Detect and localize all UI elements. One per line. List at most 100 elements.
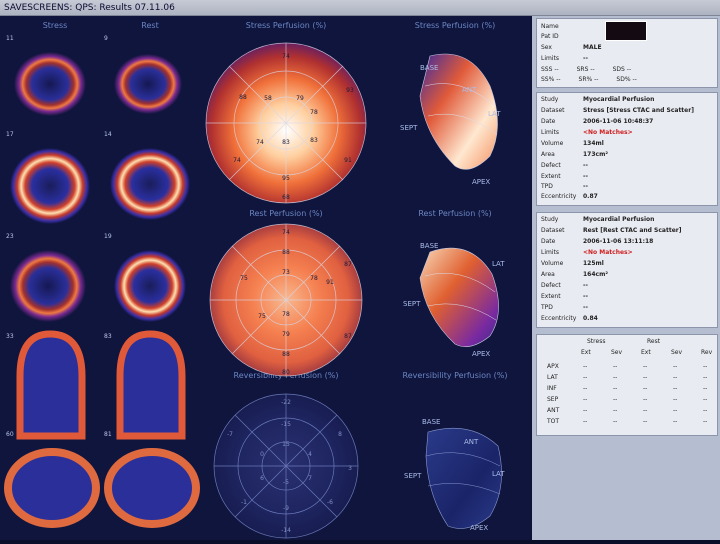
svg-text:87: 87 [344,261,352,268]
column-header: Sev [611,349,623,356]
rest-horizontal-long-axis-slice[interactable] [104,448,200,528]
ss-pct-label: SS% [541,76,555,83]
stress-3d-surface[interactable]: BASE ANT LAT SEPT APEX [400,53,501,186]
stress-group-header: Stress [587,338,606,345]
svg-text:73: 73 [282,269,290,276]
ant-label: ANT [464,438,479,446]
svg-text:83: 83 [282,139,290,146]
rest-slice-number: 9 [104,35,108,42]
reversibility-3d-surface[interactable]: BASE ANT LAT SEPT APEX [404,418,505,532]
qps-results-window: SAVESCREENS: QPS: Results 07.11.06 Stres… [0,0,720,540]
stress-polar-map[interactable]: 74 88 93 78 58 74 83 83 74 95 68 91 79 [205,42,367,204]
rest-group-header: Rest [647,338,661,345]
svg-text:-22: -22 [281,399,291,406]
base-label: BASE [420,64,438,72]
eccentricity-row: Eccentricity 0.84 [541,315,598,322]
segment-score-table: Stress Rest Ext Sev Ext Sev Rev APX -- -… [536,334,718,436]
sss-value: -- [554,66,559,73]
sex-value: MALE [583,44,602,51]
svg-text:83: 83 [310,137,318,144]
rest-short-axis-slice[interactable] [114,250,186,322]
reversibility-polar-map[interactable]: -22 -15 -7 8 15 0 4 6 -5 7 -1 -6 -9 -14 … [213,393,359,539]
apex-label: APEX [470,524,488,532]
slice-row-5: 60 81 [4,431,200,528]
limits-row: Limits <No Matches> [541,249,633,256]
svg-text:80: 80 [282,369,290,376]
svg-text:75: 75 [258,313,266,320]
svg-text:-15: -15 [281,421,291,428]
svg-text:3: 3 [348,465,352,472]
svg-text:88: 88 [239,94,247,101]
summed-pct-row: SS% -- SR% -- SD% -- [541,76,637,83]
svg-text:91: 91 [326,279,334,286]
dataset-row: Dataset Stress [Stress CTAC and Scatter] [541,107,694,114]
rest-short-axis-slice[interactable] [114,54,182,114]
stress-horizontal-long-axis-slice[interactable] [4,448,100,528]
date-row: Date 2006-11-06 13:11:18 [541,238,654,245]
svg-text:79: 79 [282,331,290,338]
svg-text:74: 74 [233,157,241,164]
stress-polar-map-title: Stress Perfusion (%) [246,21,327,30]
rest-short-axis-slice[interactable] [110,148,190,220]
svg-text:74: 74 [282,229,290,236]
polar-grid [213,393,359,539]
svg-text:88: 88 [282,249,290,256]
sds-label: SDS [612,66,625,73]
rest-polar-map[interactable]: 74 88 73 75 78 91 87 75 78 79 87 88 80 [209,223,363,377]
table-row: INF -- -- -- -- -- [547,385,708,392]
svg-text:75: 75 [240,275,248,282]
svg-text:58: 58 [264,95,272,102]
name-row: Name [541,23,583,30]
study-row: Study Myocardial Perfusion [541,216,655,223]
svg-text:-5: -5 [283,479,289,486]
tpd-row: TPD -- [541,304,588,311]
svg-text:15: 15 [282,441,290,448]
stress-slices-header: Stress [43,21,68,30]
lat-label: LAT [492,260,505,268]
sex-row: Sex MALE [541,44,602,51]
apex-label: APEX [472,350,490,358]
svg-text:4: 4 [308,451,312,458]
base-label: BASE [420,242,438,250]
srs-value: -- [590,66,595,73]
stress-slice-number: 33 [6,333,14,340]
tpd-row: TPD -- [541,183,588,190]
sss-label: SSS [541,66,553,73]
rest-slice-number: 81 [104,431,112,438]
stress-slice-number: 17 [6,131,14,138]
volume-row: Volume 125ml [541,260,604,267]
lat-label: LAT [488,110,501,118]
svg-text:-9: -9 [283,505,289,512]
stress-short-axis-slice[interactable] [14,52,86,116]
extent-row: Extent -- [541,293,588,300]
area-row: Area 173cm² [541,151,608,158]
slice-row-3: 23 19 [6,233,186,322]
stress-long-axis-slice[interactable] [16,330,86,440]
svg-text:-14: -14 [281,527,291,534]
stress-short-axis-slice[interactable] [10,148,90,224]
rest-slice-number: 19 [104,233,112,240]
svg-text:87: 87 [344,333,352,340]
svg-text:91: 91 [344,157,352,164]
rest-long-axis-slice[interactable] [116,330,186,440]
rest-polar-map-title: Rest Perfusion (%) [249,209,322,218]
svg-text:79: 79 [296,95,304,102]
svg-text:88: 88 [282,351,290,358]
column-header: Sev [671,349,683,356]
sd-pct-value: -- [632,76,637,83]
svg-text:95: 95 [282,175,290,182]
display-canvas: Stress Rest 11 9 17 14 23 19 33 83 60 81… [4,21,508,539]
svg-text:74: 74 [282,53,290,60]
lat-label: LAT [492,470,505,478]
table-row: LAT -- -- -- -- -- [547,374,708,381]
window-title: SAVESCREENS: QPS: Results 07.11.06 [0,0,720,16]
rest-3d-surface[interactable]: BASE LAT SEPT APEX [403,242,505,358]
stress-short-axis-slice[interactable] [10,250,86,322]
dataset-row: Dataset Rest [Rest CTAC and Scatter] [541,227,682,234]
stress-slice-number: 11 [6,35,14,42]
ss-pct-value: -- [556,76,561,83]
svg-text:68: 68 [282,194,290,201]
svg-text:7: 7 [308,475,312,482]
name-label: Name [541,23,559,30]
sr-pct-label: SR% [578,76,593,83]
